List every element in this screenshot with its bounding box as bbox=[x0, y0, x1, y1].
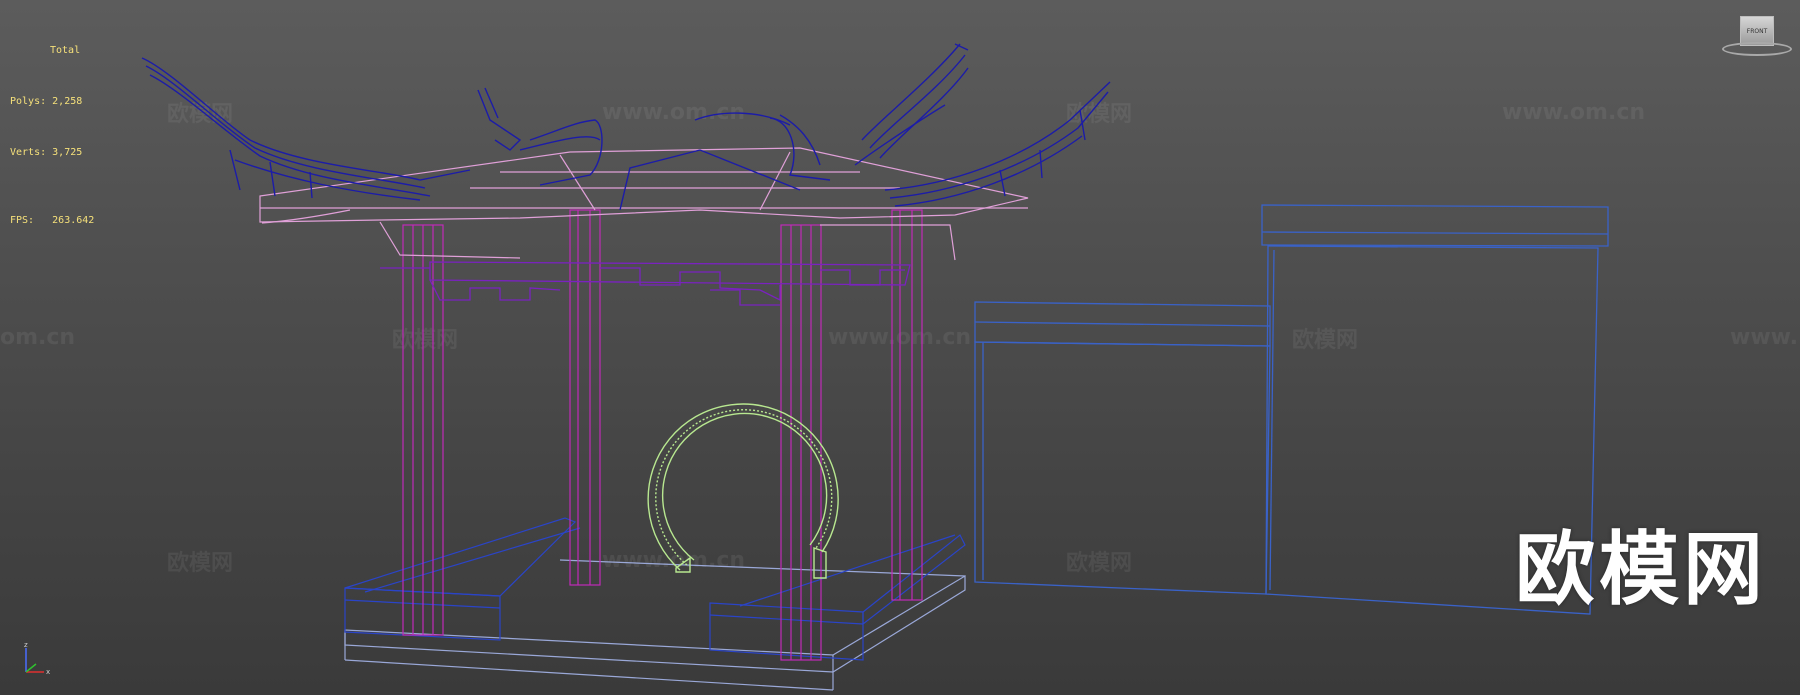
stats-fps: FPS: 263.642 bbox=[10, 212, 94, 229]
polys-value: 2,258 bbox=[52, 96, 83, 107]
3d-viewport[interactable]: 欧模网 www.om.cn 欧模网 www.om.cn om.cn 欧模网 ww… bbox=[0, 0, 1800, 695]
lattice-beam bbox=[380, 261, 911, 306]
stats-polys: Polys: 2,258 bbox=[10, 93, 94, 110]
fps-label: FPS: bbox=[10, 215, 35, 226]
axis-x-label: x bbox=[46, 668, 50, 676]
axis-tripod-icon: z x bbox=[18, 640, 58, 680]
pavilion-roof bbox=[141, 43, 1111, 211]
viewport-statistics: Total Polys: 2,258 Verts: 3,725 FPS: 263… bbox=[10, 8, 94, 263]
benches bbox=[344, 517, 966, 661]
stats-title: Total bbox=[50, 45, 81, 56]
viewcube[interactable]: FRONT bbox=[1722, 12, 1792, 58]
moon-gate bbox=[647, 403, 839, 579]
watermark-logo: 欧模网 bbox=[1515, 523, 1767, 616]
boundary-wall bbox=[974, 204, 1609, 615]
pavilion-columns bbox=[402, 209, 923, 661]
axis-z-label: z bbox=[24, 641, 28, 649]
verts-label: Verts: bbox=[10, 147, 47, 158]
viewcube-compass-ring[interactable] bbox=[1722, 42, 1792, 56]
stats-verts: Verts: 3,725 bbox=[10, 144, 94, 161]
verts-value: 3,725 bbox=[52, 147, 83, 158]
pavilion-platform bbox=[344, 559, 966, 691]
polys-label: Polys: bbox=[10, 96, 47, 107]
fps-value: 263.642 bbox=[52, 215, 95, 226]
